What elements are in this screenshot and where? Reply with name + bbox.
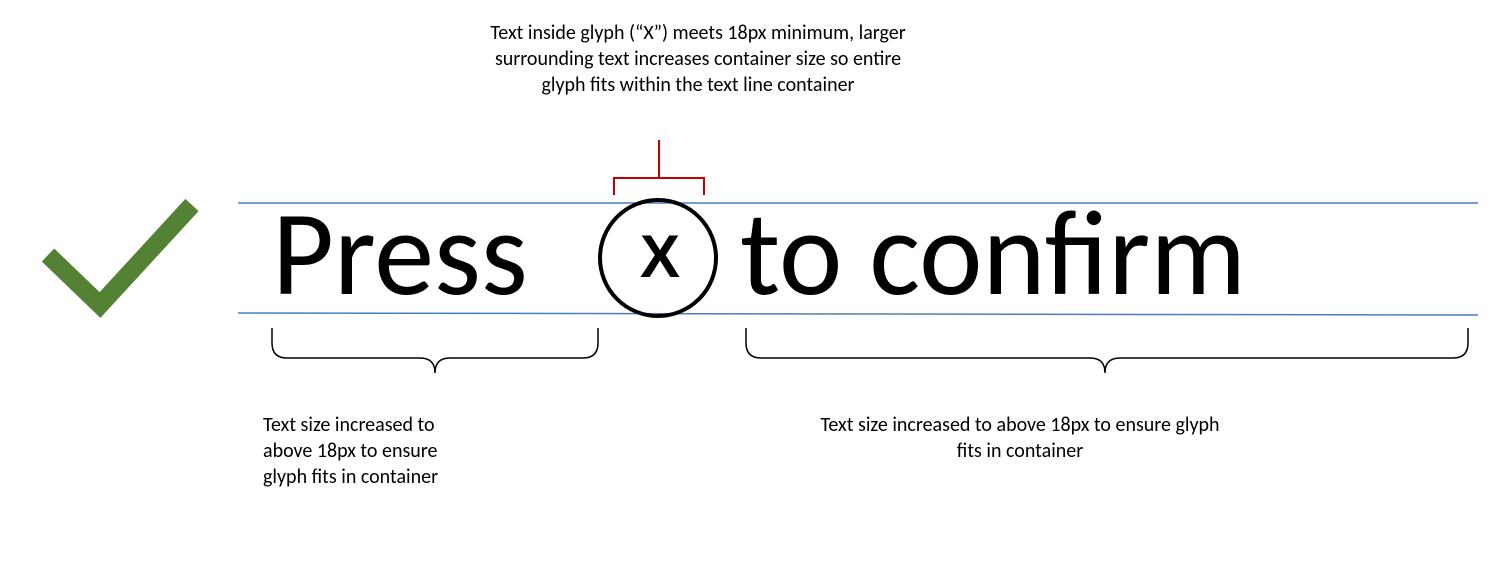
right-brace — [746, 328, 1468, 373]
left-annotation-line1: Text size increased to — [263, 412, 523, 438]
checkmark-icon — [48, 205, 192, 305]
left-brace — [272, 328, 598, 373]
right-annotation-line1: Text size increased to above 18px to ens… — [760, 412, 1280, 438]
glyph-letter: X — [640, 222, 680, 291]
left-annotation-line3: glyph fits in container — [263, 464, 523, 490]
right-annotation-line2: fits in container — [760, 438, 1280, 464]
right-annotation: Text size increased to above 18px to ens… — [760, 412, 1280, 464]
red-bracket-top — [614, 140, 704, 195]
left-annotation: Text size increased to above 18px to ens… — [263, 412, 523, 490]
main-text-to-confirm: to confirm — [740, 194, 1246, 314]
main-text-press: Press — [272, 194, 528, 314]
left-annotation-line2: above 18px to ensure — [263, 438, 523, 464]
